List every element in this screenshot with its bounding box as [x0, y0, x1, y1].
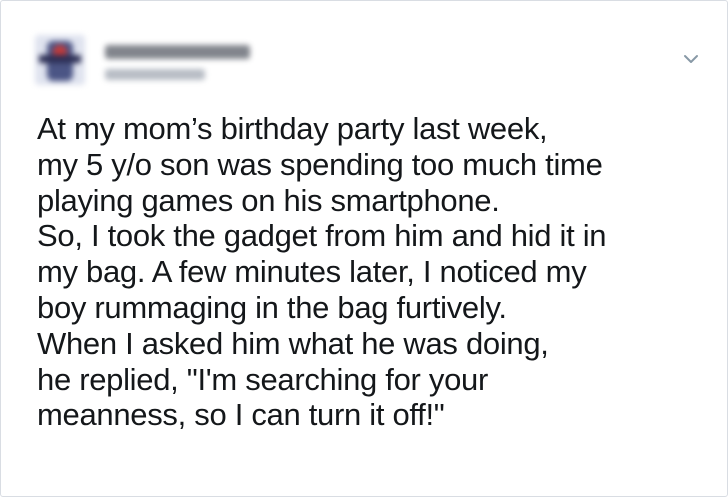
user-handle-blurred[interactable] — [105, 69, 205, 80]
tweet-text-line: my 5 y/o son was spending too much time — [37, 146, 603, 182]
tweet-card: At my mom’s birthday party last week, my… — [0, 0, 728, 497]
tweet-text-line: my bag. A few minutes later, I noticed m… — [37, 254, 587, 290]
chevron-down-icon — [684, 55, 698, 63]
tweet-text-line: he replied, "I'm searching for your — [37, 361, 488, 397]
user-avatar[interactable] — [35, 35, 85, 85]
tweet-text-line: meanness, so I can turn it off!" — [37, 397, 445, 433]
tweet-text: At my mom’s birthday party last week, my… — [37, 111, 727, 433]
tweet-menu-button[interactable] — [680, 48, 702, 70]
tweet-text-line: playing games on his smartphone. — [37, 182, 500, 218]
user-display-name-blurred[interactable] — [105, 45, 250, 59]
tweet-text-line: So, I took the gadget from him and hid i… — [37, 218, 607, 254]
tweet-text-line: At my mom’s birthday party last week, — [37, 111, 548, 146]
tweet-text-line: boy rummaging in the bag furtively. — [37, 289, 507, 325]
tweet-text-line: When I asked him what he was doing, — [37, 325, 549, 361]
